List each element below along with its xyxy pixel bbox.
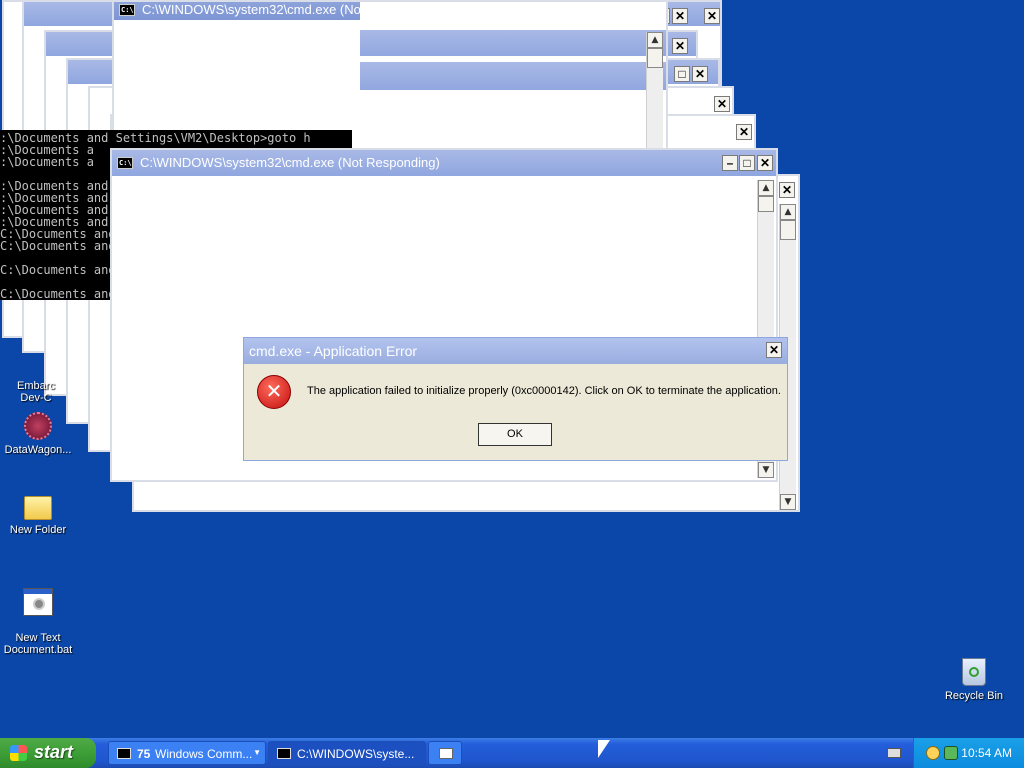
desktop-icon-embarcadero[interactable]: Embarc Dev-C <box>0 368 76 404</box>
taskbar-group-windows-command[interactable]: 75 Windows Comm... ▼ <box>108 741 266 765</box>
title-bar-strip <box>360 62 666 90</box>
taskbar-group-count: 75 <box>137 747 151 761</box>
taskbar-button-label: C:\WINDOWS\syste... <box>297 747 415 761</box>
error-message: The application failed to initialize pro… <box>307 385 781 397</box>
scroll-up-button[interactable]: ▲ <box>780 204 796 220</box>
folder-icon <box>24 496 52 520</box>
cmd-app-icon: C:\ <box>119 4 135 16</box>
error-dialog[interactable]: cmd.exe - Application Error ✕ ✕ The appl… <box>243 337 788 461</box>
cmd-app-icon: C:\ <box>117 157 133 169</box>
taskbar-group-label: Windows Comm... <box>155 747 253 761</box>
close-button[interactable]: ✕ <box>779 182 795 198</box>
console-line: :\Documents a <box>0 155 94 169</box>
dialog-title-bar[interactable]: cmd.exe - Application Error <box>244 338 787 364</box>
minimize-button[interactable]: – <box>722 155 738 171</box>
scroll-thumb[interactable] <box>758 196 774 212</box>
desktop-icon-recycle-bin[interactable]: Recycle Bin <box>934 658 1014 702</box>
window-icon <box>439 748 453 759</box>
datawagon-icon <box>24 412 52 440</box>
scroll-down-button[interactable]: ▼ <box>780 494 796 510</box>
recycle-bin-icon <box>962 658 986 686</box>
taskbar: start 75 Windows Comm... ▼ C:\WINDOWS\sy… <box>0 738 1024 768</box>
mouse-cursor <box>598 740 610 758</box>
window-title: C:\WINDOWS\system32\cmd.exe (No <box>142 2 361 17</box>
batch-file-icon <box>23 588 53 616</box>
scroll-thumb[interactable] <box>647 48 663 68</box>
safely-remove-icon[interactable] <box>944 746 958 760</box>
windows-logo-icon <box>10 745 27 761</box>
error-icon: ✕ <box>257 375 291 409</box>
close-button[interactable]: ✕ <box>704 8 720 24</box>
desktop-icon-label: DataWagon... <box>4 444 72 456</box>
start-label: start <box>34 742 74 762</box>
maximize-button[interactable]: □ <box>674 66 690 82</box>
title-bar-strip <box>360 30 666 56</box>
desktop-icon-new-text-document-bat[interactable]: New Text Document.bat <box>0 576 78 656</box>
close-button[interactable]: ✕ <box>714 96 730 112</box>
cmd-app-icon <box>277 748 291 759</box>
start-button[interactable]: start <box>0 738 96 768</box>
cmd-app-icon <box>117 748 131 759</box>
desktop-icon-new-folder[interactable]: New Folder <box>0 496 78 536</box>
scroll-up-button[interactable]: ▲ <box>758 180 774 196</box>
close-button[interactable]: ✕ <box>672 38 688 54</box>
network-icon[interactable] <box>926 746 940 760</box>
maximize-button[interactable]: □ <box>739 155 755 171</box>
dialog-title: cmd.exe - Application Error <box>249 343 418 359</box>
scroll-thumb[interactable] <box>780 220 796 240</box>
scroll-down-button[interactable]: ▼ <box>758 462 774 478</box>
scroll-up-button[interactable]: ▲ <box>647 32 663 48</box>
desktop-icon-label: Recycle Bin <box>944 690 1004 702</box>
desktop-icon-label: New Text Document.bat <box>3 632 73 656</box>
clock[interactable]: 10:54 AM <box>961 746 1012 760</box>
taskbar-button-cmd[interactable]: C:\WINDOWS\syste... <box>268 741 426 765</box>
system-tray: 10:54 AM <box>913 738 1024 768</box>
desktop-icon-label: New Folder <box>9 524 67 536</box>
taskbar-button-window[interactable] <box>428 741 462 765</box>
window-title: C:\WINDOWS\system32\cmd.exe (Not Respond… <box>140 155 440 170</box>
close-button[interactable]: ✕ <box>736 124 752 140</box>
dialog-close-button[interactable]: ✕ <box>766 342 782 358</box>
keyboard-icon[interactable] <box>887 748 901 758</box>
close-button[interactable]: ✕ <box>757 155 773 171</box>
close-button[interactable]: ✕ <box>672 8 688 24</box>
desktop-icon-datawagon[interactable]: DataWagon... <box>0 412 78 456</box>
ok-button[interactable]: OK <box>478 423 552 446</box>
chevron-down-icon: ▼ <box>253 748 261 757</box>
desktop-icon-label: Embarc Dev-C <box>17 380 55 404</box>
close-button[interactable]: ✕ <box>692 66 708 82</box>
